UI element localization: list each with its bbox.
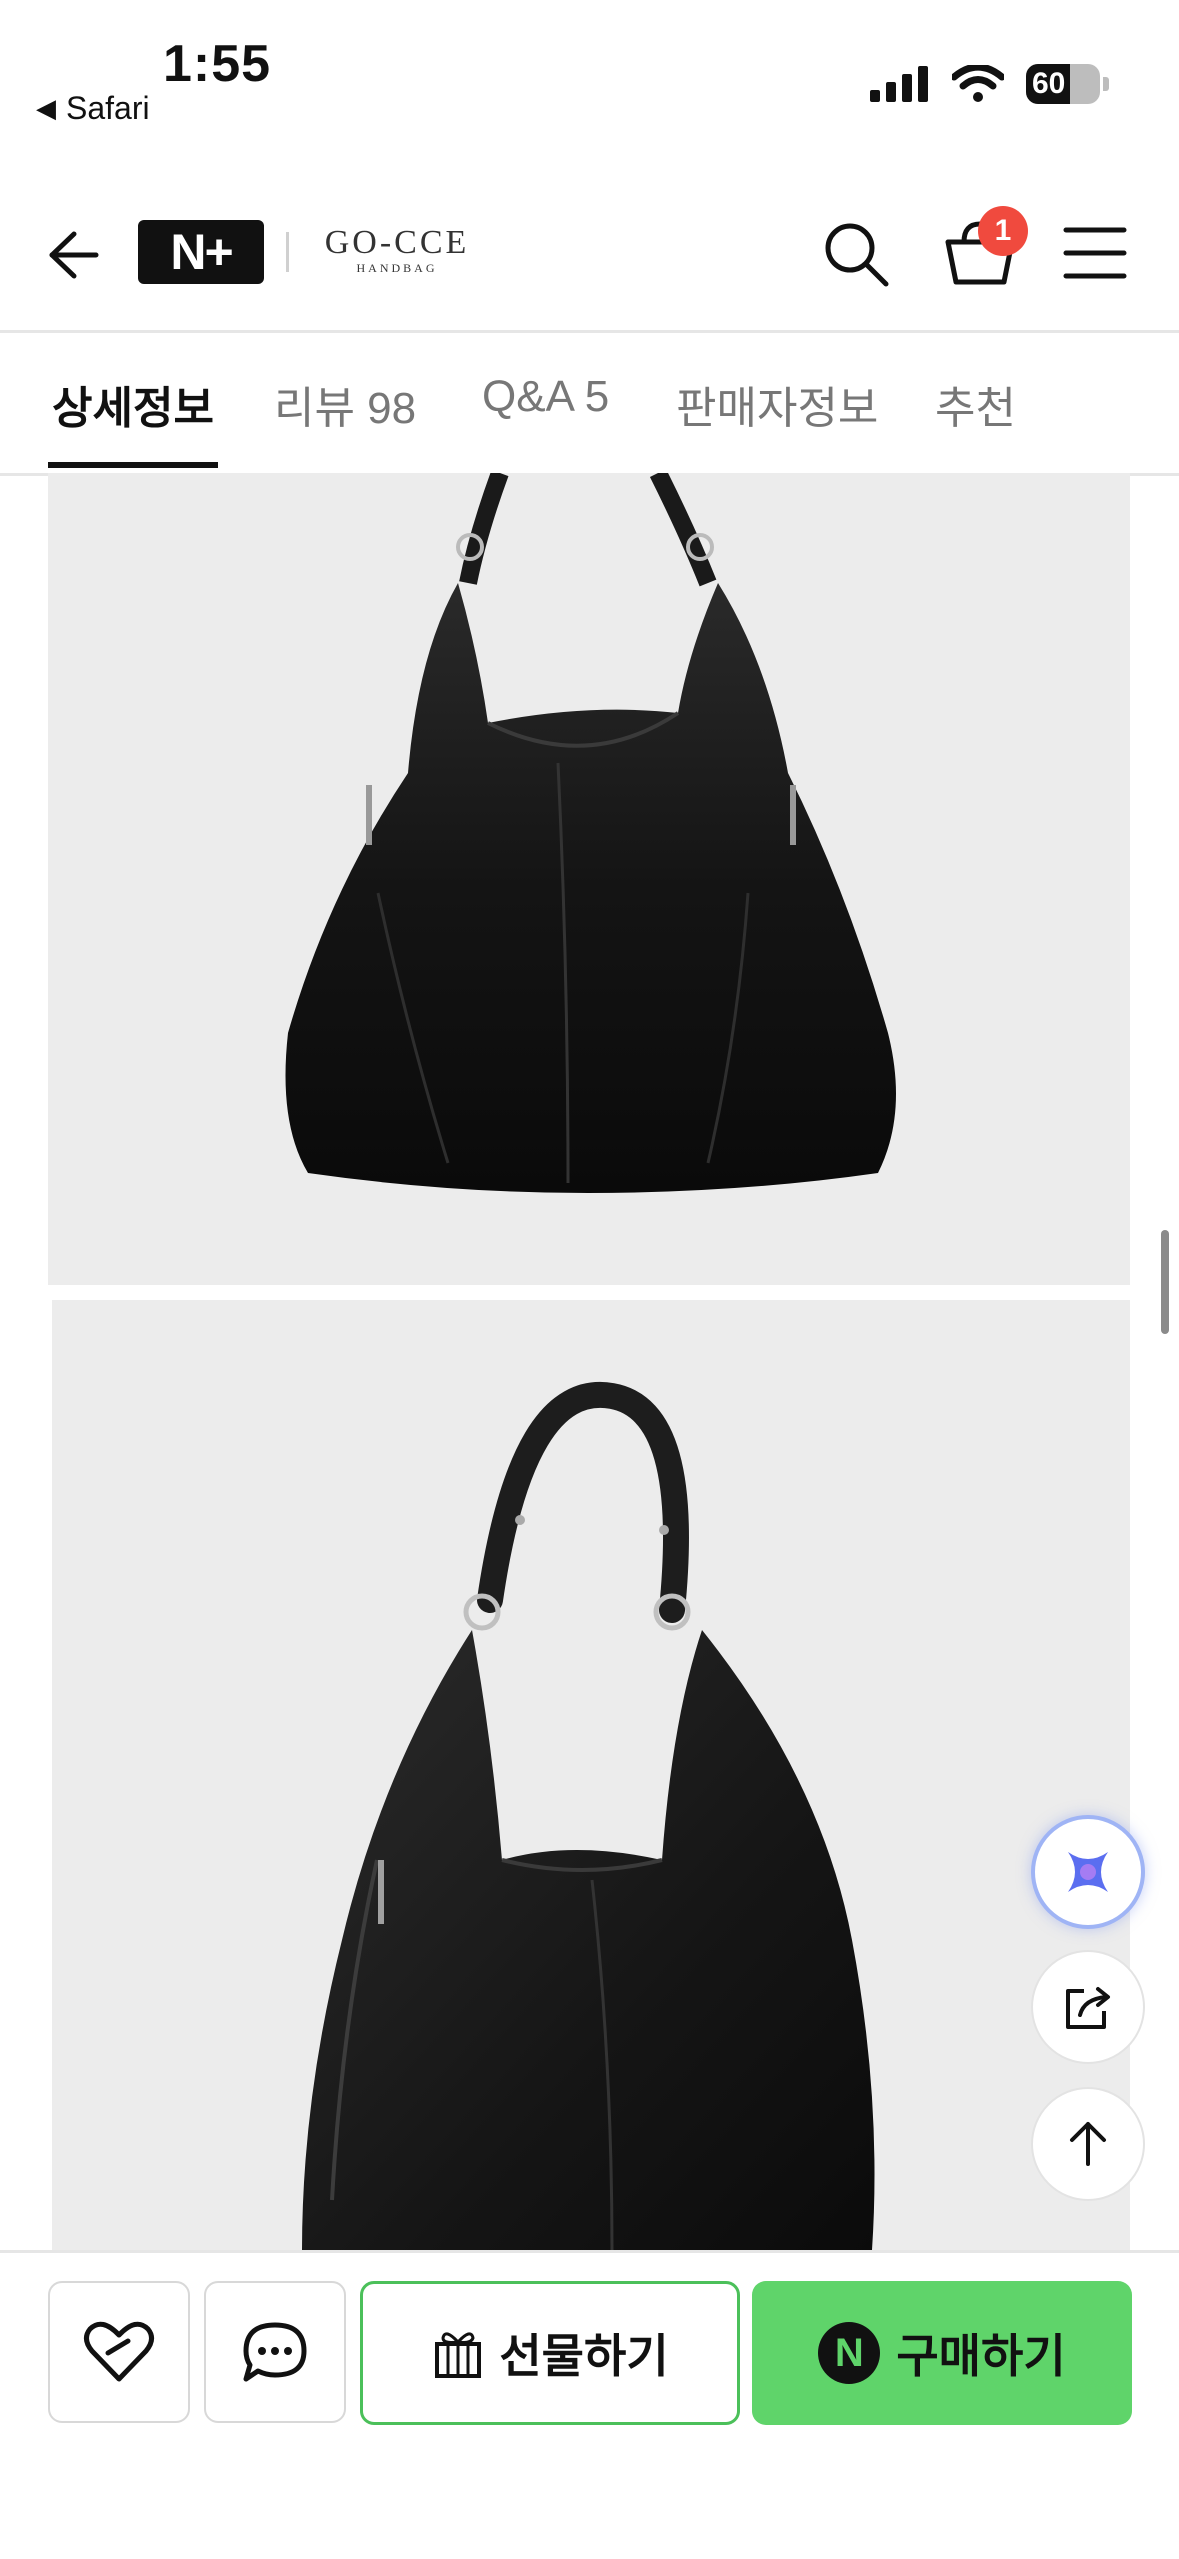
gift-button[interactable]: 선물하기 (360, 2281, 740, 2425)
arrow-up-icon (1070, 2122, 1106, 2166)
status-time: 1:55 (163, 35, 272, 93)
ai-assistant-icon (1068, 1852, 1108, 1892)
handbag-angle-image (302, 1381, 875, 2250)
cart-count-badge: 1 (978, 206, 1028, 256)
handbag-front-image (285, 473, 896, 1193)
menu-icon[interactable] (1062, 222, 1128, 284)
product-image-2 (52, 1300, 1130, 2250)
wishlist-button[interactable] (48, 2281, 190, 2423)
chat-icon (243, 2322, 307, 2382)
product-image-1 (48, 473, 1130, 1285)
share-icon (1066, 1987, 1110, 2029)
tab-recommend[interactable]: 추천 (935, 372, 1016, 436)
chat-button[interactable] (204, 2281, 346, 2423)
buy-button[interactable]: N 구매하기 (752, 2281, 1132, 2425)
search-icon[interactable] (820, 218, 892, 290)
heart-icon (84, 2321, 154, 2382)
page-scrollbar[interactable] (1161, 1230, 1169, 1334)
naver-plus-logo[interactable]: N+ (138, 220, 264, 284)
battery-icon: 60 (1026, 64, 1100, 104)
brand-name: GO-CCE (324, 224, 470, 261)
tab-detail[interactable]: 상세정보 (52, 372, 214, 436)
battery-level: 60 (1032, 67, 1066, 100)
header-divider (286, 232, 289, 272)
tab-qna[interactable]: Q&A 5 (482, 372, 609, 422)
brand-logo[interactable]: GO-CCE HANDBAG (322, 226, 472, 276)
buy-label: 구매하기 (896, 2330, 1066, 2382)
back-to-app[interactable]: ◀ Safari (36, 90, 150, 127)
back-icon[interactable] (40, 222, 106, 288)
back-app-label: Safari (66, 90, 150, 126)
active-tab-indicator (48, 462, 218, 468)
gift-label: 선물하기 (499, 2330, 669, 2382)
share-button[interactable] (1031, 1950, 1145, 2064)
wifi-icon (952, 65, 1004, 102)
scroll-top-button[interactable] (1031, 2087, 1145, 2201)
ai-assistant-button[interactable] (1031, 1815, 1145, 1929)
tab-seller-info[interactable]: 판매자정보 (676, 372, 878, 436)
back-triangle-icon: ◀ (36, 93, 56, 123)
brand-sub: HANDBAG (356, 261, 438, 275)
naver-pay-icon: N (818, 2322, 881, 2384)
gift-icon (435, 2332, 482, 2378)
signal-icon (870, 66, 928, 102)
status-icons: 60 (870, 64, 1109, 104)
tab-review[interactable]: 리뷰 98 (274, 372, 416, 436)
